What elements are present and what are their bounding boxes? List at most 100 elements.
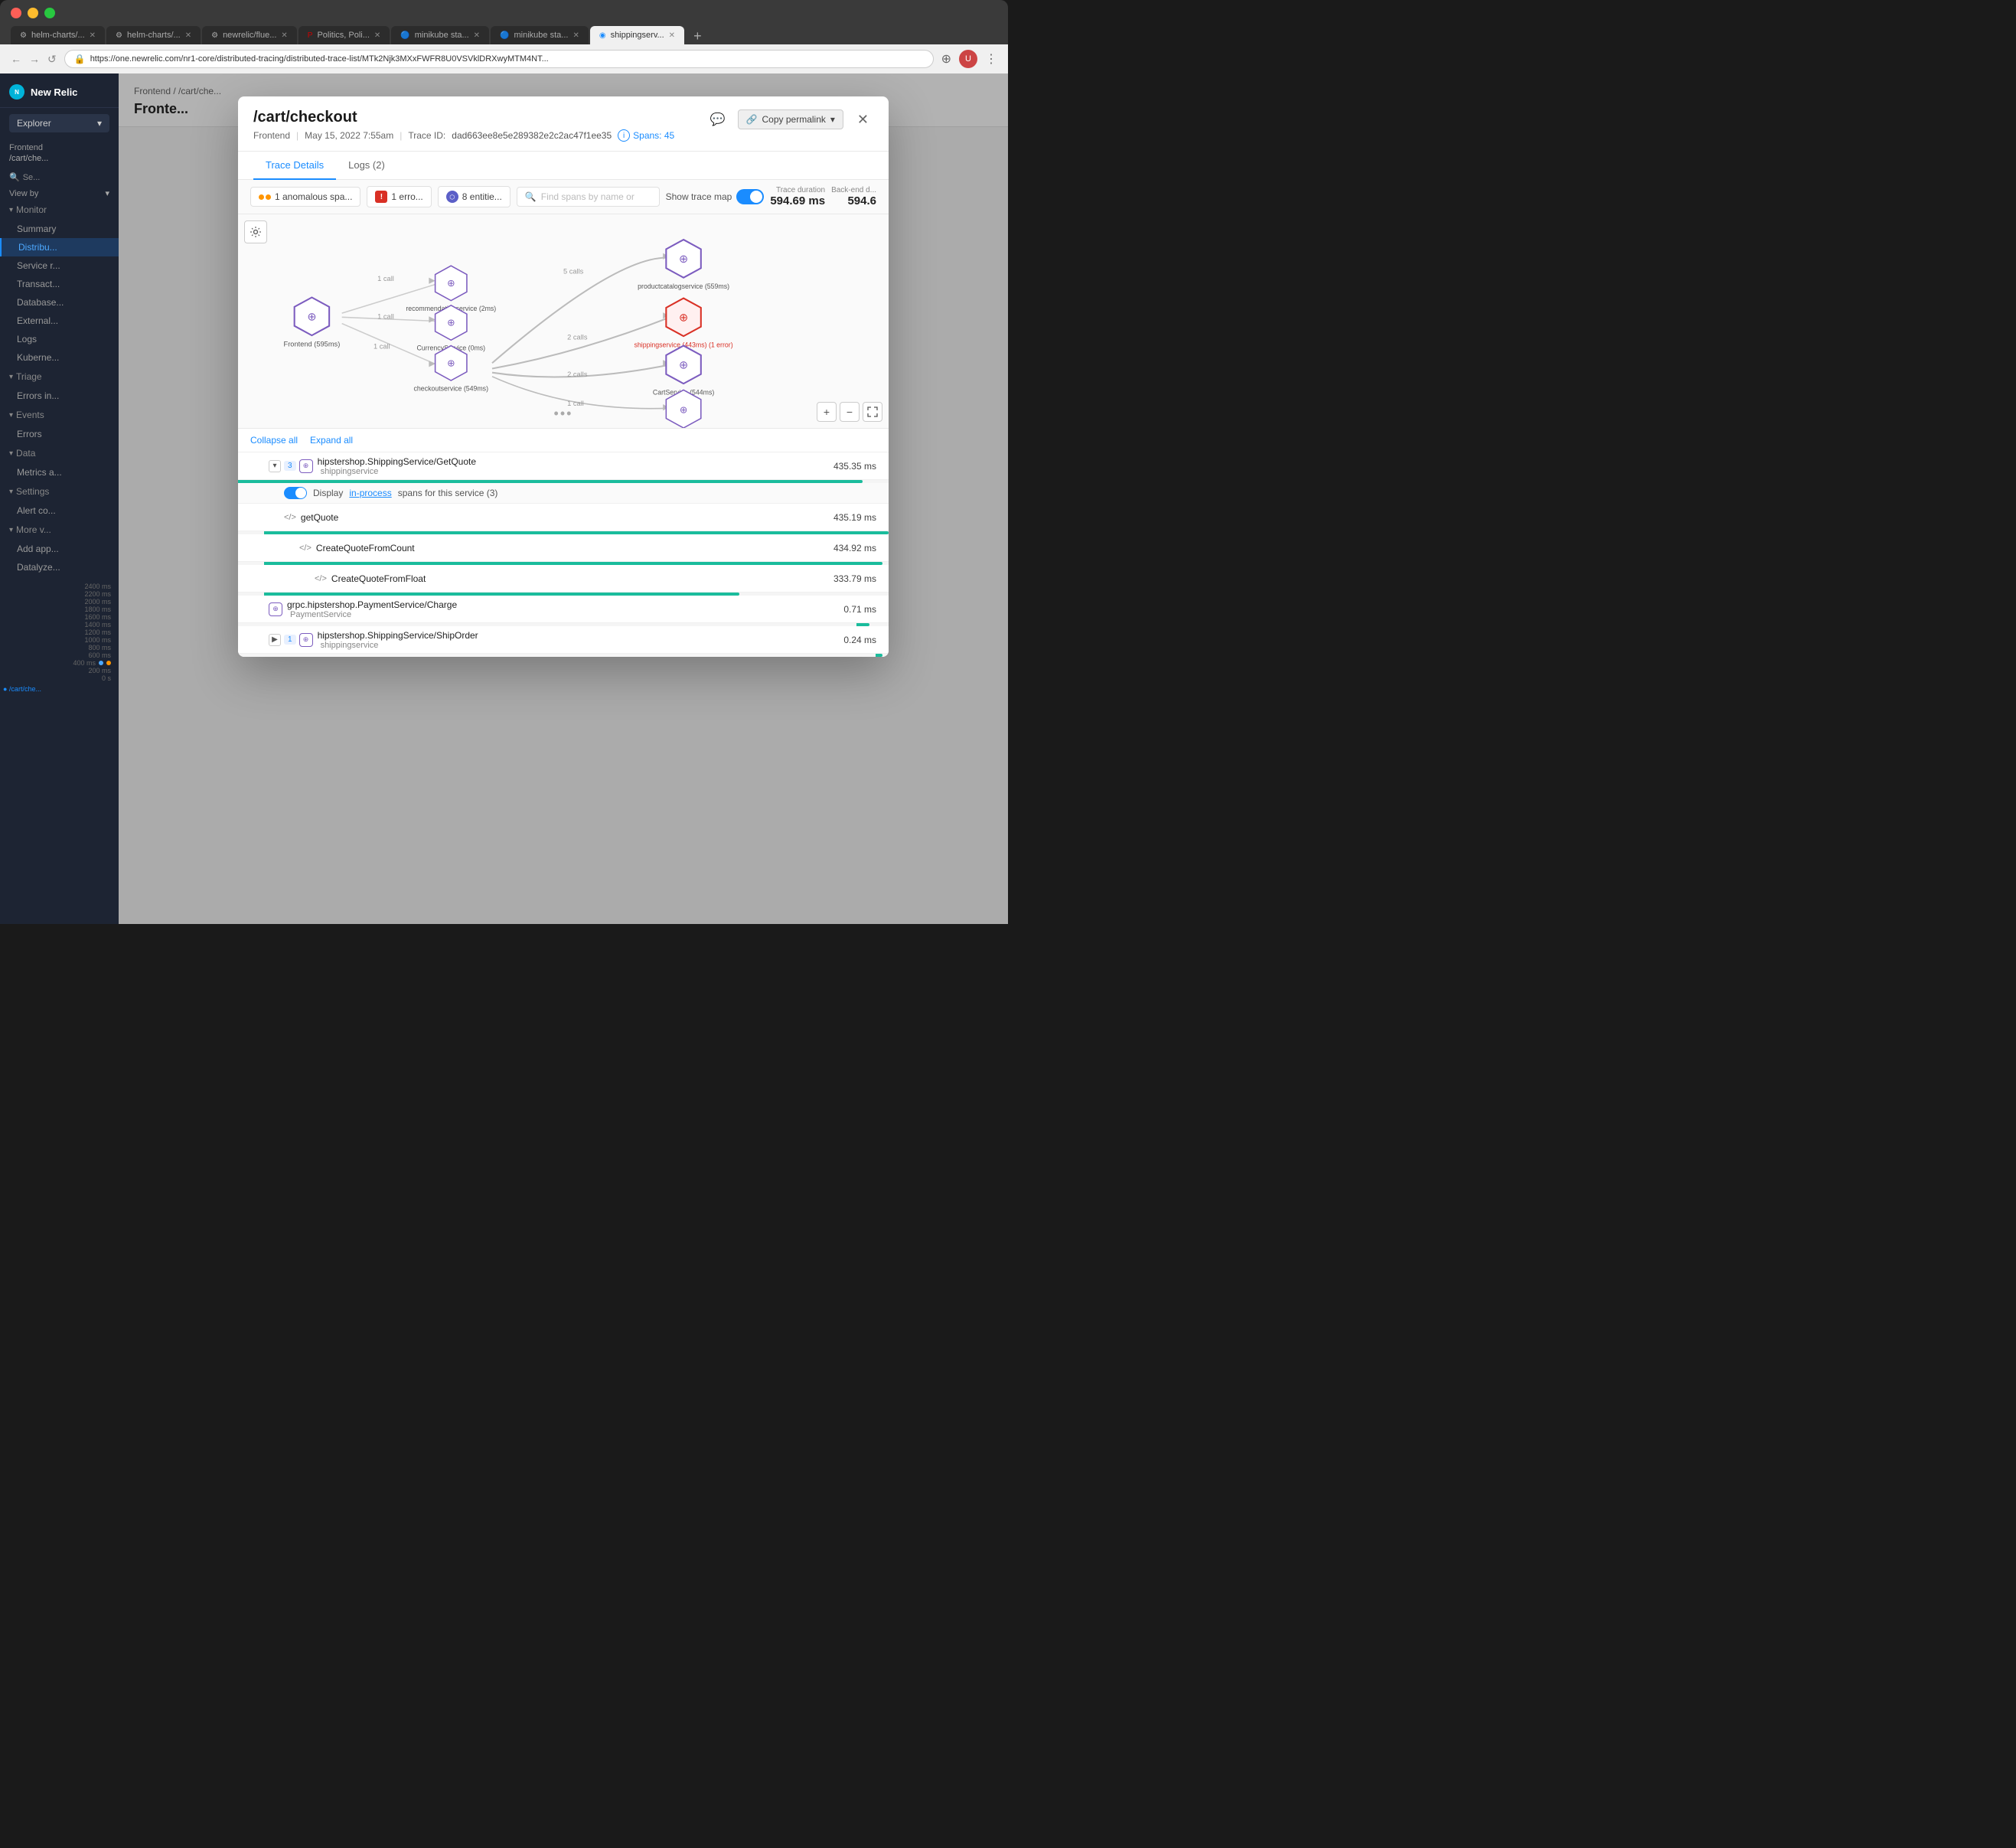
edge-label-1call-ch: 1 call	[374, 343, 390, 351]
entities-icon: ⬡	[446, 191, 458, 203]
sidebar-section-events[interactable]: ▾ Events	[0, 405, 119, 425]
tab-close-icon-0[interactable]: ✕	[90, 31, 96, 40]
errors-btn[interactable]: ! 1 erro...	[367, 186, 431, 207]
span-expand-btn-5[interactable]: ▶	[269, 634, 281, 646]
y-axis-200: 200 ms	[0, 667, 111, 674]
tab-close-icon-5[interactable]: ✕	[573, 31, 579, 40]
maximize-window-btn[interactable]	[44, 8, 55, 18]
entity-label: Frontend	[0, 139, 119, 154]
sidebar-header: N New Relic	[0, 73, 119, 108]
sidebar-item-summary[interactable]: Summary	[0, 220, 119, 238]
browser-tab-1[interactable]: ⚙ helm-charts/... ✕	[106, 26, 201, 44]
reload-btn[interactable]: ↺	[47, 53, 57, 66]
span-row-2[interactable]: </> CreateQuoteFromCount 434.92 ms	[238, 534, 889, 562]
modal-tabs: Trace Details Logs (2)	[238, 152, 889, 180]
sidebar-section-monitor[interactable]: ▾ Monitor	[0, 200, 119, 220]
back-btn[interactable]: ←	[11, 53, 21, 65]
modal-toolbar: 1 anomalous spa... ! 1 erro... ⬡ 8 entit…	[238, 180, 889, 214]
collapse-all-btn[interactable]: Collapse all	[250, 435, 298, 446]
close-window-btn[interactable]	[11, 8, 21, 18]
svg-text:⊕: ⊕	[447, 318, 455, 328]
sidebar-item-transactions[interactable]: Transact...	[0, 275, 119, 293]
comment-icon[interactable]: 💬	[707, 109, 729, 130]
zoom-fit-btn[interactable]	[863, 402, 882, 422]
span-row-5[interactable]: ▶ 1 ⊕ hipstershop.ShippingService/ShipOr…	[238, 626, 889, 654]
tab-logs[interactable]: Logs (2)	[336, 152, 397, 180]
link-icon: 🔗	[746, 114, 758, 125]
sidebar-item-metrics[interactable]: Metrics a...	[0, 463, 119, 482]
in-process-link[interactable]: in-process	[349, 488, 391, 498]
node-frontend[interactable]: ⊕ Frontend (595ms)	[284, 298, 341, 348]
sidebar-item-externals[interactable]: External...	[0, 312, 119, 330]
sidebar-item-add-app[interactable]: Add app...	[0, 540, 119, 558]
browser-tab-6[interactable]: ◉ shippingserv... ✕	[590, 26, 684, 44]
sidebar-item-distributed[interactable]: Distribu...	[0, 238, 119, 256]
sidebar-section-settings[interactable]: ▾ Settings	[0, 482, 119, 501]
sidebar-section-triage[interactable]: ▾ Triage	[0, 367, 119, 387]
spans-badge[interactable]: i Spans: 45	[618, 129, 674, 142]
span-duration-4: 0.71 ms	[843, 604, 876, 615]
span-info-5: hipstershop.ShippingService/ShipOrder sh…	[318, 630, 478, 650]
sidebar-search[interactable]: Se...	[23, 173, 41, 182]
sidebar-item-errors-inbox[interactable]: Errors in...	[0, 387, 119, 405]
view-by-dropdown[interactable]: ▾	[105, 188, 109, 198]
node-cart[interactable]: ⊕ CartService (544ms)	[653, 346, 714, 397]
edge-label-2calls-c: 2 calls	[567, 371, 588, 378]
forward-btn[interactable]: →	[29, 53, 40, 65]
sidebar-section-more[interactable]: ▾ More v...	[0, 520, 119, 540]
tab-trace-details[interactable]: Trace Details	[253, 152, 336, 180]
node-checkout[interactable]: ⊕ checkoutservice (549ms)	[414, 346, 489, 393]
minimize-window-btn[interactable]	[28, 8, 38, 18]
browser-tab-0[interactable]: ⚙ helm-charts/... ✕	[11, 26, 105, 44]
sidebar-item-service-map[interactable]: Service r...	[0, 256, 119, 275]
explorer-dropdown-btn[interactable]: Explorer ▾	[9, 114, 109, 132]
browser-tab-2[interactable]: ⚙ newrelic/flue... ✕	[202, 26, 297, 44]
span-expand-btn-0[interactable]: ▾	[269, 460, 281, 472]
spans-search-box[interactable]: 🔍 Find spans by name or	[517, 187, 660, 207]
span-row-4[interactable]: ⊕ grpc.hipstershop.PaymentService/Charge…	[238, 596, 889, 623]
zoom-in-btn[interactable]: +	[817, 402, 837, 422]
span-row-0[interactable]: ▾ 3 ⊕ hipstershop.ShippingService/GetQuo…	[238, 452, 889, 480]
sidebar-item-logs[interactable]: Logs	[0, 330, 119, 348]
zoom-out-btn[interactable]: −	[840, 402, 860, 422]
sidebar-item-databases[interactable]: Database...	[0, 293, 119, 312]
user-avatar[interactable]: U	[959, 50, 977, 68]
sidebar-section-data[interactable]: ▾ Data	[0, 443, 119, 463]
browser-tab-5[interactable]: 🔵 minikube sta... ✕	[491, 26, 589, 44]
trace-map-svg: 1 call 1 call 1 call 5 calls 2 calls 2 c…	[238, 214, 889, 428]
node-productcatalog[interactable]: ⊕ productcatalogservice (559ms)	[638, 240, 729, 290]
y-axis-2000: 2000 ms	[0, 598, 111, 606]
sidebar-item-alerts[interactable]: Alert co...	[0, 501, 119, 520]
modal-close-btn[interactable]: ✕	[853, 110, 873, 129]
in-process-toggle[interactable]	[284, 487, 307, 499]
sidebar-item-kubernetes[interactable]: Kuberne...	[0, 348, 119, 367]
sidebar-item-errors[interactable]: Errors	[0, 425, 119, 443]
trace-map-toggle: Show trace map	[666, 189, 765, 204]
trace-settings-btn[interactable]	[244, 220, 267, 243]
trace-map-toggle-switch[interactable]	[736, 189, 764, 204]
sidebar-item-datalyze[interactable]: Datalyze...	[0, 558, 119, 576]
span-row-3[interactable]: </> CreateQuoteFromFloat 333.79 ms	[238, 565, 889, 593]
browser-tab-3[interactable]: P Politics, Poli... ✕	[298, 26, 390, 44]
svg-text:⊕: ⊕	[447, 358, 455, 368]
browser-tab-4[interactable]: 🔵 minikube sta... ✕	[391, 26, 489, 44]
tab-close-icon-2[interactable]: ✕	[281, 31, 287, 40]
url-input[interactable]: 🔒 https://one.newrelic.com/nr1-core/dist…	[64, 50, 934, 68]
expand-icon: ▾	[9, 411, 13, 420]
span-row-1[interactable]: </> getQuote 435.19 ms	[238, 504, 889, 531]
copy-permalink-btn[interactable]: 🔗 Copy permalink ▾	[738, 109, 843, 129]
tab-close-icon-6[interactable]: ✕	[669, 31, 675, 40]
new-relic-logo: N New Relic	[9, 84, 109, 100]
tab-close-icon-4[interactable]: ✕	[474, 31, 480, 40]
entities-btn[interactable]: ⬡ 8 entitie...	[438, 186, 511, 207]
tab-close-icon-1[interactable]: ✕	[185, 31, 191, 40]
tab-close-icon-3[interactable]: ✕	[374, 31, 380, 40]
menu-btn[interactable]: ⋮	[985, 51, 997, 67]
expand-all-btn[interactable]: Expand all	[310, 435, 353, 446]
anomalous-spans-btn[interactable]: 1 anomalous spa...	[250, 187, 360, 207]
info-circle-icon: i	[618, 129, 630, 142]
new-tab-btn[interactable]: +	[689, 28, 706, 44]
extensions-icon[interactable]: ⊕	[941, 51, 951, 67]
modal-header-right: 💬 🔗 Copy permalink ▾ ✕	[707, 109, 873, 130]
node-shipping[interactable]: ⊕ shippingservice (443ms) (1 error)	[634, 299, 733, 349]
